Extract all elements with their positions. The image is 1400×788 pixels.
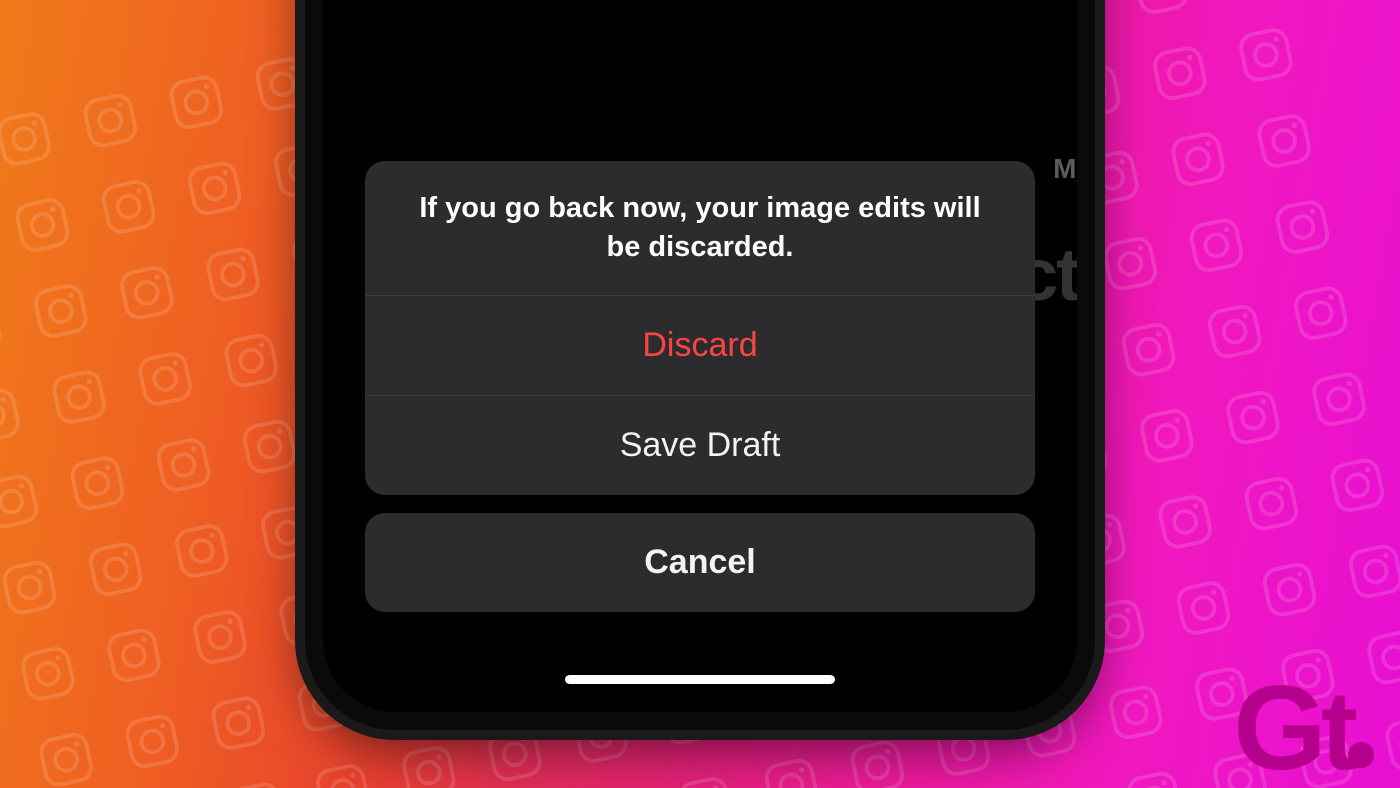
save-draft-button[interactable]: Save Draft <box>365 395 1035 495</box>
action-sheet: If you go back now, your image edits wil… <box>365 161 1035 612</box>
logo-letter-t: t <box>1321 681 1350 782</box>
logo-letter-g: G <box>1233 674 1318 782</box>
obscured-text-top: M <box>1053 153 1077 185</box>
logo-dot-icon <box>1348 742 1374 768</box>
discard-button[interactable]: Discard <box>365 296 1035 395</box>
phone-frame: M ct If you go back now, your image edit… <box>305 0 1095 730</box>
phone-screen: M ct If you go back now, your image edit… <box>323 0 1077 712</box>
cancel-button[interactable]: Cancel <box>365 513 1035 612</box>
action-sheet-title: If you go back now, your image edits wil… <box>365 161 1035 296</box>
site-logo: G t <box>1233 674 1374 782</box>
home-indicator <box>565 675 835 684</box>
action-sheet-group: If you go back now, your image edits wil… <box>365 161 1035 495</box>
